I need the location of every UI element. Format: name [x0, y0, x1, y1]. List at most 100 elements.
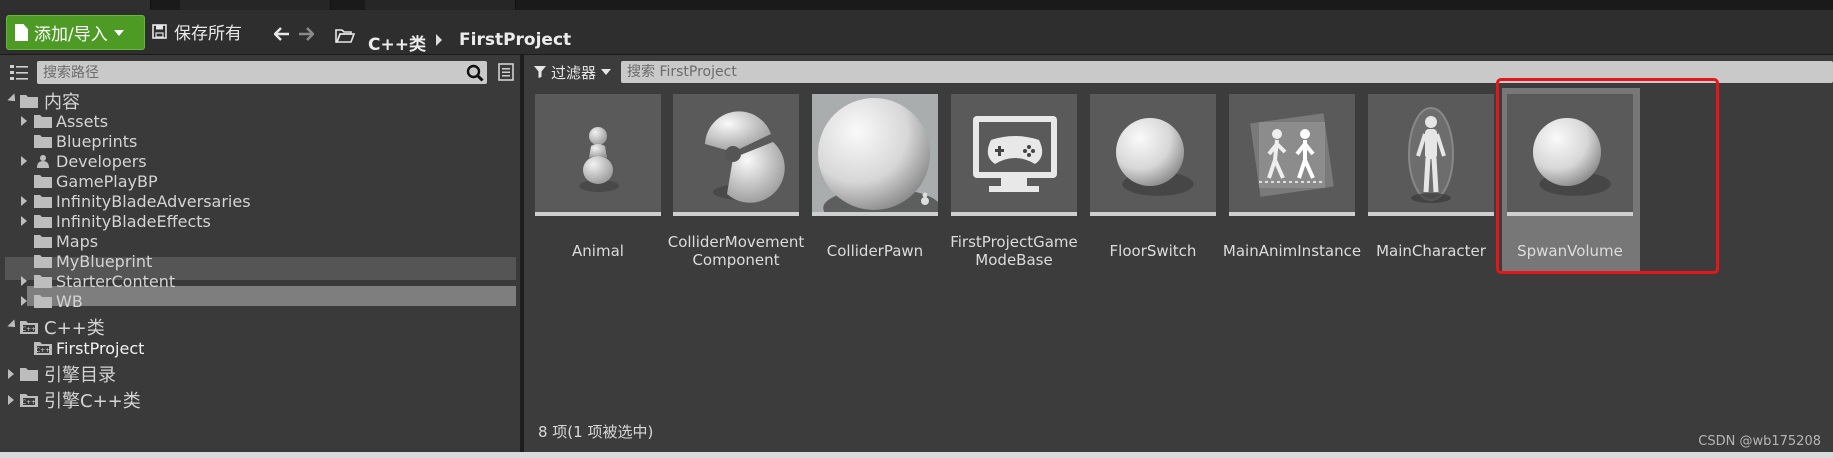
- new-file-icon: [15, 24, 28, 41]
- svg-text:C++: C++: [22, 326, 36, 333]
- view-options-icon[interactable]: [498, 63, 514, 81]
- large-sphere-icon: [812, 94, 938, 216]
- tree-item[interactable]: Maps: [0, 231, 515, 251]
- developer-folder-icon: [37, 155, 49, 168]
- status-text: 8 项(1 项被选中): [538, 423, 654, 441]
- asset-tile-label: MainCharacter: [1358, 242, 1504, 260]
- collapsed-arrow-icon[interactable]: [21, 276, 27, 286]
- asset-tile-label: FloorSwitch: [1080, 242, 1226, 260]
- tree-item-label: InfinityBladeEffects: [56, 211, 211, 231]
- asset-tile-label-line: MainAnimInstance: [1222, 242, 1362, 260]
- asset-tile[interactable]: MainAnimInstance: [1223, 94, 1361, 260]
- collapsed-arrow-icon[interactable]: [8, 395, 14, 405]
- character-icon: [1368, 94, 1494, 216]
- sources-toggle-icon[interactable]: [9, 63, 29, 81]
- tab-content-browser[interactable]: [0, 0, 151, 10]
- tree-item-label: 引擎C++类: [44, 391, 141, 412]
- asset-tile-label-line: FirstProjectGame: [950, 233, 1078, 251]
- tree-item[interactable]: StarterContent: [0, 271, 515, 291]
- add-import-button[interactable]: 添加/导入: [6, 15, 145, 50]
- asset-tile[interactable]: FirstProjectGame ModeBase: [950, 94, 1078, 269]
- back-arrow-icon[interactable]: [274, 27, 290, 41]
- save-all-button[interactable]: 保存所有: [152, 15, 242, 48]
- path-search-input[interactable]: [37, 61, 487, 84]
- tree-item[interactable]: Blueprints: [0, 131, 515, 151]
- collapsed-arrow-icon[interactable]: [21, 156, 27, 166]
- asset-tile[interactable]: ColliderPawn: [812, 94, 938, 260]
- save-all-label: 保存所有: [174, 24, 242, 44]
- filter-button[interactable]: 过滤器: [534, 62, 612, 82]
- tree-item[interactable]: C++ 引擎C++类: [0, 390, 515, 412]
- breadcrumb-cpp-classes[interactable]: C++类: [368, 30, 426, 55]
- svg-text:C++: C++: [22, 399, 36, 406]
- asset-tile-label: ColliderPawn: [802, 242, 948, 260]
- tree-item-label: C++类: [44, 318, 105, 339]
- tree-item[interactable]: InfinityBladeAdversaries: [0, 191, 515, 211]
- breadcrumb-firstproject[interactable]: FirstProject: [459, 30, 571, 50]
- component-sphere-icon: [673, 94, 799, 216]
- path-search-box[interactable]: [37, 61, 487, 84]
- expanded-arrow-icon[interactable]: [7, 93, 19, 105]
- dropdown-caret-icon: [113, 29, 124, 36]
- tree-item-label: Maps: [56, 231, 99, 251]
- collapsed-arrow-icon[interactable]: [21, 216, 27, 226]
- tab-strip: [0, 0, 1833, 10]
- cpp-folder-icon: C++: [20, 321, 38, 334]
- asset-tile-label: Animal: [525, 242, 671, 260]
- collapsed-arrow-icon[interactable]: [21, 116, 27, 126]
- folder-open-icon[interactable]: [335, 28, 355, 44]
- tree-item[interactable]: 引擎目录: [0, 364, 515, 386]
- folder-icon: [34, 255, 52, 268]
- toolbar: 添加/导入 保存所有 C++类 FirstProject: [0, 10, 1833, 55]
- tree-item[interactable]: 内容: [0, 91, 515, 113]
- folder-icon: [34, 175, 52, 188]
- collapsed-arrow-icon[interactable]: [21, 296, 27, 306]
- folder-icon: [34, 275, 52, 288]
- tree-item-label: InfinityBladeAdversaries: [56, 191, 251, 211]
- tree-item[interactable]: WB: [0, 291, 515, 311]
- filter-label: 过滤器: [551, 63, 597, 82]
- asset-tile-label-line: MainCharacter: [1376, 242, 1486, 260]
- asset-tile-label-line: ColliderPawn: [826, 242, 924, 260]
- tree-item-label: Developers: [56, 151, 147, 171]
- tree-item-label: 引擎目录: [44, 365, 116, 386]
- tree-item[interactable]: InfinityBladeEffects: [0, 211, 515, 231]
- asset-tile-label: ColliderMovement Component: [663, 233, 809, 269]
- collapsed-arrow-icon[interactable]: [8, 369, 14, 379]
- tree-item[interactable]: GamePlayBP: [0, 171, 515, 191]
- tree-item-label: GamePlayBP: [56, 171, 158, 191]
- forward-arrow-icon[interactable]: [298, 27, 314, 41]
- asset-tile-label-line: Animal: [572, 242, 624, 260]
- tree-item[interactable]: C++ FirstProject: [0, 338, 515, 358]
- cpp-folder-icon: C++: [20, 394, 38, 407]
- save-icon: [152, 24, 167, 39]
- tree-item-label: Blueprints: [56, 131, 138, 151]
- watermark: CSDN @wb175208: [1698, 434, 1821, 449]
- collapsed-arrow-icon[interactable]: [21, 196, 27, 206]
- asset-tile[interactable]: ColliderMovement Component: [668, 94, 804, 269]
- tab-3[interactable]: [365, 0, 516, 10]
- asset-tile-label-line: Component: [692, 251, 780, 269]
- asset-tile[interactable]: Animal: [535, 94, 661, 260]
- folder-icon: [34, 115, 52, 128]
- cpp-folder-icon: C++: [34, 342, 52, 355]
- folder-icon: [20, 368, 38, 381]
- tree-item-label: StarterContent: [56, 271, 176, 291]
- tree-item[interactable]: C++ C++类: [0, 317, 515, 339]
- tree-item[interactable]: Assets: [0, 111, 515, 131]
- asset-tile[interactable]: MainCharacter: [1368, 94, 1494, 260]
- expanded-arrow-icon[interactable]: [7, 319, 19, 331]
- anim-instance-icon: [1229, 94, 1355, 216]
- tree-item[interactable]: Developers: [0, 151, 515, 171]
- asset-tile-label-line: ModeBase: [975, 251, 1053, 269]
- svg-text:C++: C++: [36, 347, 50, 354]
- breadcrumb-separator-icon[interactable]: [436, 34, 442, 46]
- search-icon[interactable]: [466, 64, 484, 82]
- pawn-icon: [535, 94, 661, 216]
- asset-tile[interactable]: FloorSwitch: [1090, 94, 1216, 260]
- asset-tile-label: FirstProjectGame ModeBase: [941, 233, 1087, 269]
- tab-2[interactable]: [180, 0, 331, 10]
- folder-icon: [34, 195, 52, 208]
- tree-item[interactable]: MyBlueprint: [0, 251, 515, 271]
- asset-tile-label-line: FloorSwitch: [1109, 242, 1197, 260]
